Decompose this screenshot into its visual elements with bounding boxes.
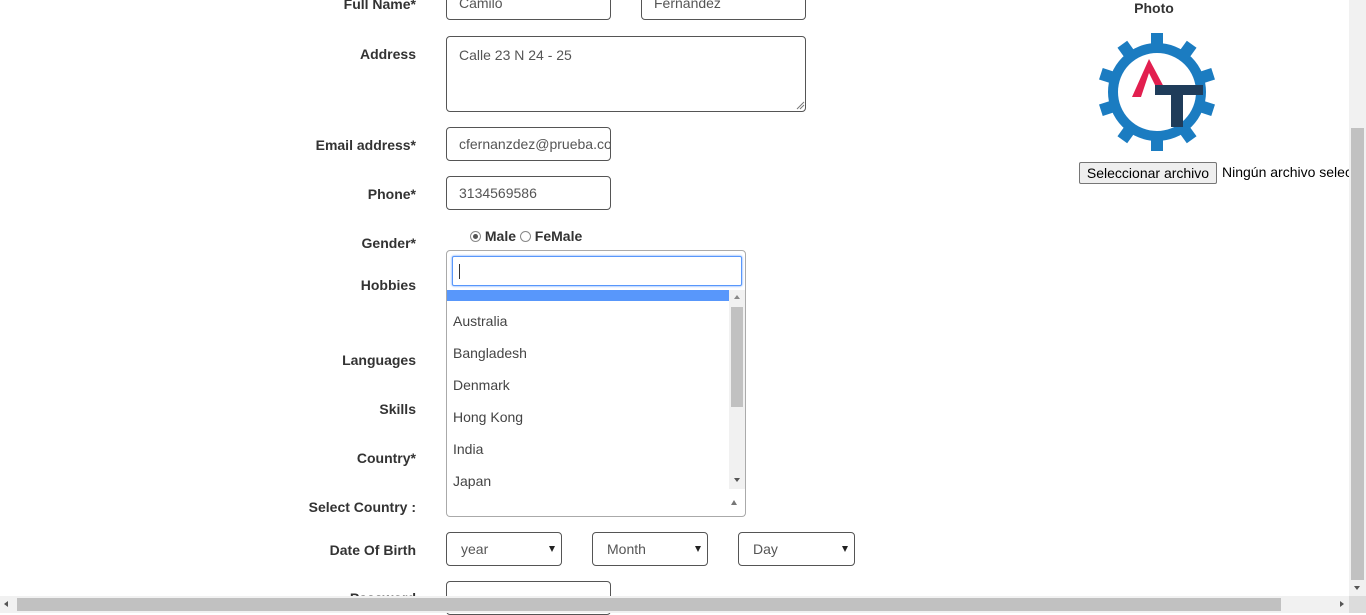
last-name-input[interactable]: Fernandez [641,0,806,20]
dob-month-select[interactable]: Month [592,532,708,566]
photo-label: Photo [1134,0,1174,16]
gender-male-radio[interactable] [470,231,481,242]
horizontal-scroll-thumb[interactable] [17,598,1281,611]
country-option[interactable]: Australia [447,305,729,337]
dropdown-scrollbar[interactable] [729,290,745,489]
country-option[interactable]: Japan [447,465,729,490]
country-options-list: Australia Bangladesh Denmark Hong Kong I… [447,290,729,490]
scroll-left-icon[interactable] [4,601,8,607]
first-name-input[interactable]: Camilo [446,0,611,20]
resize-handle-icon[interactable] [796,101,805,110]
country-search-input[interactable] [452,256,742,286]
email-input[interactable]: cfernanzdez@prueba.com [446,127,611,161]
skills-label: Skills [379,401,416,417]
dob-day-select[interactable]: Day [738,532,855,566]
address-textarea[interactable]: Calle 23 N 24 - 25 [446,36,806,112]
dob-year-select[interactable]: year [446,532,562,566]
horizontal-scrollbar[interactable] [0,596,1349,613]
highlighted-option[interactable] [447,290,729,301]
vertical-scroll-thumb[interactable] [1351,128,1364,580]
phone-input[interactable]: 3134569586 [446,176,611,210]
country-label: Country* [356,450,416,466]
vertical-scrollbar[interactable] [1349,0,1366,596]
dob-day-value: Day [753,541,778,557]
select-country-label: Select Country : [308,499,416,515]
chevron-up-icon [731,500,737,505]
select-country-box[interactable] [446,489,746,517]
gender-male-label: Male [484,228,517,244]
scroll-up-icon[interactable] [734,295,740,299]
scroll-down-icon[interactable] [1354,586,1360,590]
chevron-down-icon [549,546,555,552]
dob-month-value: Month [607,541,646,557]
phone-label: Phone* [367,186,416,202]
scroll-right-icon[interactable] [1340,601,1344,607]
country-option[interactable]: Denmark [447,369,729,401]
gender-female-radio[interactable] [519,231,531,242]
gender-female-label: FeMale [534,228,583,244]
gender-label: Gender* [361,235,416,251]
address-label: Address [359,46,416,62]
country-option[interactable]: India [447,433,729,465]
chevron-down-icon [842,546,848,552]
choose-file-button[interactable]: Seleccionar archivo [1079,162,1217,184]
country-dropdown[interactable]: Australia Bangladesh Denmark Hong Kong I… [446,250,746,490]
gender-radio-group: Male FeMale [470,228,582,244]
dob-year-value: year [461,541,489,557]
scroll-down-icon[interactable] [734,478,740,482]
full-name-label: Full Name* [343,0,416,12]
file-status-text: Ningún archivo seleccionado [1222,164,1349,180]
country-option[interactable]: Bangladesh [447,337,729,369]
hobbies-label: Hobbies [360,277,416,293]
scrollbar-corner [1349,596,1366,613]
country-option[interactable]: Hong Kong [447,401,729,433]
company-logo [1099,33,1215,151]
chevron-down-icon [695,546,701,552]
email-label: Email address* [315,137,416,153]
dob-label: Date Of Birth [329,542,416,558]
languages-label: Languages [342,352,416,368]
dropdown-scroll-thumb[interactable] [731,307,743,407]
